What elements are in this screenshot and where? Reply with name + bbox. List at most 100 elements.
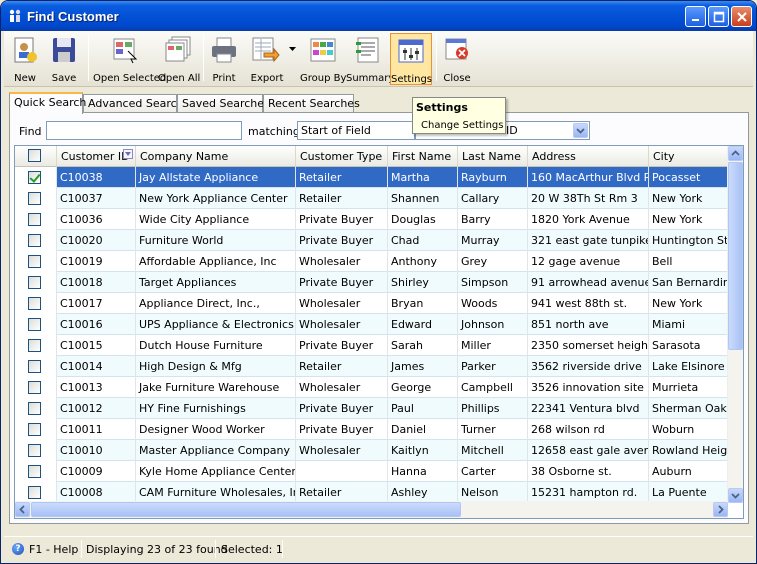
row-checkbox[interactable] xyxy=(28,381,41,394)
summary-button[interactable]: Summary xyxy=(346,33,394,85)
cell-city[interactable]: Woburn xyxy=(649,419,728,440)
new-button[interactable]: New xyxy=(6,33,44,85)
cell-last-name[interactable]: Parker xyxy=(458,356,528,377)
cell-address[interactable]: 91 arrowhead avenue xyxy=(528,272,649,293)
field-select-dropdown-button[interactable] xyxy=(573,123,588,138)
row-checkbox[interactable] xyxy=(28,234,41,247)
row-select-cell[interactable] xyxy=(15,356,57,377)
cell-first-name[interactable]: Ashley xyxy=(388,482,458,503)
table-row[interactable]: C10013 Jake Furniture Warehouse Wholesaler… xyxy=(15,377,728,398)
cell-first-name[interactable]: George xyxy=(388,377,458,398)
cell-address[interactable]: 3526 innovation site xyxy=(528,377,649,398)
cell-last-name[interactable]: Johnson xyxy=(458,314,528,335)
open-selected-button[interactable]: Open Selected xyxy=(93,33,166,85)
table-row[interactable]: C10010 Master Appliance Company Wholesaler… xyxy=(15,440,728,461)
cell-first-name[interactable]: James xyxy=(388,356,458,377)
cell-last-name[interactable]: Turner xyxy=(458,419,528,440)
cell-customer-id[interactable]: C10008 xyxy=(57,482,136,503)
cell-last-name[interactable]: Barry xyxy=(458,209,528,230)
row-select-cell[interactable] xyxy=(15,419,57,440)
row-checkbox[interactable] xyxy=(28,255,41,268)
cell-address[interactable]: 12658 east gale avenue xyxy=(528,440,649,461)
cell-company-name[interactable]: Jake Furniture Warehouse xyxy=(136,377,296,398)
tab-saved-searches[interactable]: Saved Searches xyxy=(177,94,270,113)
cell-address[interactable]: 38 Osborne st. xyxy=(528,461,649,482)
cell-first-name[interactable]: Hanna xyxy=(388,461,458,482)
row-checkbox[interactable] xyxy=(28,318,41,331)
help-status[interactable]: F1 - Help xyxy=(29,543,78,556)
row-select-cell[interactable] xyxy=(15,272,57,293)
cell-customer-type[interactable] xyxy=(296,461,388,482)
cell-customer-id[interactable]: C10015 xyxy=(57,335,136,356)
row-checkbox[interactable] xyxy=(28,171,41,184)
cell-customer-id[interactable]: C10036 xyxy=(57,209,136,230)
cell-city[interactable]: New York xyxy=(649,209,728,230)
cell-address[interactable]: 3562 riverside drive xyxy=(528,356,649,377)
cell-city[interactable]: Rowland Heights xyxy=(649,440,728,461)
table-row[interactable]: C10016 UPS Appliance & Electronics Wholesa… xyxy=(15,314,728,335)
scroll-left-button[interactable] xyxy=(15,502,30,517)
table-row[interactable]: C10038 Jay Allstate Appliance Retailer Mart… xyxy=(15,167,728,188)
cell-address[interactable]: 20 W 38Th St Rm 3 xyxy=(528,188,649,209)
cell-customer-id[interactable]: C10011 xyxy=(57,419,136,440)
row-select-cell[interactable] xyxy=(15,377,57,398)
cell-customer-id[interactable]: C10014 xyxy=(57,356,136,377)
select-all-header[interactable] xyxy=(15,146,57,167)
cell-first-name[interactable]: Edward xyxy=(388,314,458,335)
cell-company-name[interactable]: CAM Furniture Wholesales, Inc. xyxy=(136,482,296,503)
cell-customer-type[interactable]: Private Buyer xyxy=(296,419,388,440)
cell-first-name[interactable]: Daniel xyxy=(388,419,458,440)
cell-first-name[interactable]: Kaitlyn xyxy=(388,440,458,461)
help-icon[interactable]: ? xyxy=(12,543,24,555)
cell-city[interactable]: Huntington Station xyxy=(649,230,728,251)
cell-customer-type[interactable]: Retailer xyxy=(296,356,388,377)
cell-address[interactable]: 851 north ave xyxy=(528,314,649,335)
table-row[interactable]: C10015 Dutch House Furniture Private Buyer… xyxy=(15,335,728,356)
cell-address[interactable]: 15231 hampton rd. xyxy=(528,482,649,503)
cell-customer-id[interactable]: C10020 xyxy=(57,230,136,251)
save-button[interactable]: Save xyxy=(46,33,82,85)
row-select-cell[interactable] xyxy=(15,440,57,461)
minimize-button[interactable] xyxy=(685,6,706,27)
cell-company-name[interactable]: Target Appliances xyxy=(136,272,296,293)
cell-first-name[interactable]: Paul xyxy=(388,398,458,419)
column-header-last-name[interactable]: Last Name xyxy=(458,146,528,167)
row-checkbox[interactable] xyxy=(28,444,41,457)
table-row[interactable]: C10019 Affordable Appliance, Inc Wholesale… xyxy=(15,251,728,272)
cell-city[interactable]: Pocasset xyxy=(649,167,728,188)
cell-customer-id[interactable]: C10012 xyxy=(57,398,136,419)
cell-city[interactable]: Bell xyxy=(649,251,728,272)
row-select-cell[interactable] xyxy=(15,482,57,503)
cell-first-name[interactable]: Douglas xyxy=(388,209,458,230)
row-checkbox[interactable] xyxy=(28,423,41,436)
table-row[interactable]: C10017 Appliance Direct, Inc., Wholesaler B… xyxy=(15,293,728,314)
cell-address[interactable]: 321 east gate tunpike xyxy=(528,230,649,251)
cell-company-name[interactable]: New York Appliance Center xyxy=(136,188,296,209)
cell-customer-type[interactable]: Private Buyer xyxy=(296,230,388,251)
cell-company-name[interactable]: Jay Allstate Appliance xyxy=(136,167,296,188)
cell-address[interactable]: 941 west 88th st. xyxy=(528,293,649,314)
row-select-cell[interactable] xyxy=(15,251,57,272)
chevron-down-icon[interactable] xyxy=(289,47,296,52)
cell-first-name[interactable]: Shirley xyxy=(388,272,458,293)
row-checkbox[interactable] xyxy=(28,339,41,352)
row-select-cell[interactable] xyxy=(15,230,57,251)
cell-city[interactable]: Lake Elsinore xyxy=(649,356,728,377)
row-checkbox[interactable] xyxy=(28,486,41,499)
cell-customer-type[interactable]: Private Buyer xyxy=(296,209,388,230)
cell-customer-type[interactable]: Retailer xyxy=(296,188,388,209)
cell-first-name[interactable]: Martha xyxy=(388,167,458,188)
cell-last-name[interactable]: Campbell xyxy=(458,377,528,398)
filter-icon[interactable] xyxy=(123,149,133,159)
cell-company-name[interactable]: Appliance Direct, Inc., xyxy=(136,293,296,314)
row-select-cell[interactable] xyxy=(15,335,57,356)
cell-customer-type[interactable]: Retailer xyxy=(296,167,388,188)
cell-customer-type[interactable]: Wholesaler xyxy=(296,440,388,461)
column-header-city[interactable]: City xyxy=(649,146,728,167)
table-row[interactable]: C10012 HY Fine Furnishings Private Buyer Pa… xyxy=(15,398,728,419)
cell-last-name[interactable]: Miller xyxy=(458,335,528,356)
cell-last-name[interactable]: Mitchell xyxy=(458,440,528,461)
cell-last-name[interactable]: Rayburn xyxy=(458,167,528,188)
cell-city[interactable]: New York xyxy=(649,188,728,209)
tab-recent-searches[interactable]: Recent Searches xyxy=(263,94,360,113)
